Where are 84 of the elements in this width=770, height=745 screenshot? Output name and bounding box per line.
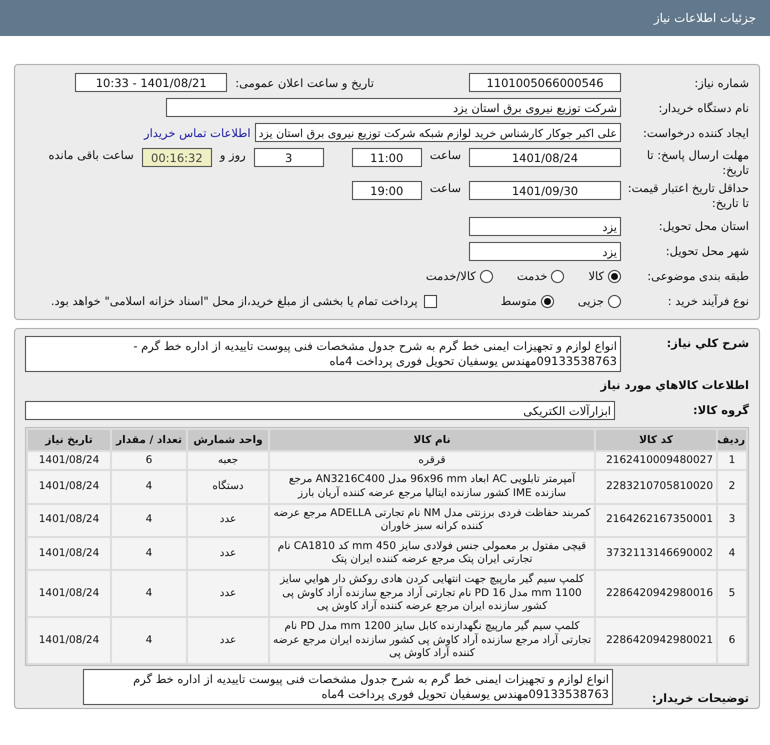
table-cell: کلمپ سیم گیر مارپیچ نگهدارنده کابل سایز 1200 mm مدل PD نام تجارتی آراد مرجع سازنده آراد کاوش پی کشور سازنده ایران مرجع عرضه کننده آراد کاوش پی <box>270 618 594 663</box>
table-cell: عدد <box>188 504 268 536</box>
table-cell: 3 <box>718 504 746 536</box>
table-cell: 4 <box>718 538 746 570</box>
table-cell: 2283210705810020 <box>596 471 716 503</box>
buyer-notes-field: انواع لوازم و تجهیزات ایمنی خط گرم به شرح جدول مشخصات فنی پیوست تاییدیه از اداره خط گرم 09133538763مهندس یوسفیان تحویل فوری پرداخت 4ماه <box>83 668 613 705</box>
field-label: نوع فرآیند خرید : <box>666 294 749 308</box>
table-cell: 1 <box>718 452 746 470</box>
field-label: شهر محل تحویل: <box>664 244 749 258</box>
table-cell: عدد <box>188 571 268 616</box>
table-cell: 1401/08/24 <box>28 618 110 663</box>
table-cell: 4 <box>112 571 186 616</box>
buyer-contact-link[interactable]: اطلاعات تماس خریدار <box>144 126 251 140</box>
table-cell: قیچی مفتول بر معمولی جنس فولادی سایز 450 mm کد CA1810 نام تجارتی ایران پتک مرجع عرضه کننده ایران پتک <box>270 538 594 570</box>
goods-group-field: ابزارآلات الکتریکی <box>25 400 615 420</box>
table-cell: 2286420942980021 <box>596 618 716 663</box>
column-header: تعداد / مقدار <box>112 430 186 450</box>
days-field: 3 <box>254 148 324 167</box>
column-header: تاریخ نیاز <box>28 430 110 450</box>
field-label: تاریخ و ساعت اعلان عمومی: <box>235 76 374 90</box>
requester-field: علی اکبر جوکار کارشناس خرید لوازم شبکه شرکت توزیع نیروی برق استان یزد <box>254 123 621 142</box>
radio-option[interactable]: کالا <box>588 269 621 284</box>
field-label: طبقه بندی موضوعی: <box>646 269 749 284</box>
table-cell: 2164262167350001 <box>596 504 716 536</box>
table-cell: آمپرمتر تابلویی AC ابعاد 96x96 mm مدل AN3216C400 مرجع سازنده IME کشور سازنده ایتالیا مرجع عرضه کننده آریان بارز <box>270 471 594 503</box>
column-header: کد کالا <box>596 430 716 450</box>
table-cell: 2 <box>718 471 746 503</box>
table-cell: جعبه <box>188 452 268 470</box>
table-cell: عدد <box>188 618 268 663</box>
column-header: ردیف <box>718 430 746 450</box>
time-label: ساعت <box>430 180 461 195</box>
table-cell: 2162410009480027 <box>596 452 716 470</box>
table-cell: 1401/08/24 <box>28 504 110 536</box>
checkbox-label: پرداخت تمام یا بخشی از مبلغ خرید،از محل "اسناد خزانه اسلامی" خواهد بود. <box>50 294 418 308</box>
remaining-time-field: 00:16:32 <box>142 148 212 167</box>
announce-date-field: 1401/08/21 - 10:33 <box>75 73 228 92</box>
table-cell: کلمپ سیم گیر مارپیچ جهت انتهایی کردن هادی روکش دار هوایي سایز 1100 mm مدل PD 16 نام تجارتی آراد مرجع سازنده آراد کاوش پی کشور سازنده ایران مرجع عرضه کننده آراد کاوش پی <box>270 571 594 616</box>
table-cell: 1401/08/24 <box>28 452 110 470</box>
field-label: شماره نیاز: <box>693 76 749 90</box>
radio-option[interactable]: متوسط <box>500 294 554 308</box>
table-cell: 1401/08/24 <box>28 538 110 570</box>
table-cell: 5 <box>718 571 746 616</box>
description-field: انواع لوازم و تجهیزات ایمنی خط گرم به شرح جدول مشخصات فنی پیوست تاییدیه از اداره خط گرم - 09133538763مهندس یوسفیان تحویل فوری پرداخت 4ماه <box>25 336 621 372</box>
column-header: واحد شمارش <box>188 430 268 450</box>
field-label: توضیحات خریدار: <box>650 690 749 705</box>
table-cell: 4 <box>112 618 186 663</box>
table-cell: کمربند حفاظت فردی برزنتی مدل NM نام تجارتی ADELLA مرجع عرضه کننده کرانه سبز خاوران <box>270 504 594 536</box>
table-cell: 4 <box>112 504 186 536</box>
radio-option[interactable]: خدمت <box>516 269 564 284</box>
page-title: جزئیات اطلاعات نیاز <box>654 11 756 25</box>
radio-option[interactable]: جزیی <box>578 294 621 308</box>
field-label: ایجاد کننده درخواست: <box>642 126 749 140</box>
validity-time-field: 19:00 <box>352 180 422 200</box>
buyer-org-field: شرکت توزیع نیروی برق استان یزد <box>166 98 621 117</box>
deadline-time-field: 11:00 <box>352 148 422 167</box>
days-label: روز و <box>220 148 246 162</box>
table-cell: عدد <box>188 538 268 570</box>
field-label: نام دستگاه خریدار: <box>657 100 749 114</box>
table-cell: 2286420942980016 <box>596 571 716 616</box>
field-label: استان محل تحویل: <box>658 219 749 234</box>
province-field: یزد <box>469 216 621 236</box>
table-cell: 6 <box>718 618 746 663</box>
field-label: مهلت ارسال پاسخ: تا تاریخ: <box>646 148 749 178</box>
table-cell: 3732113146690002 <box>596 538 716 570</box>
column-header: نام کالا <box>270 430 594 450</box>
table-cell: 1401/08/24 <box>28 471 110 503</box>
need-number-field: 1101005066000546 <box>469 73 621 92</box>
table-cell: دستگاه <box>188 471 268 503</box>
table-cell: 4 <box>112 538 186 570</box>
deadline-date-field: 1401/08/24 <box>469 148 621 167</box>
field-label: حداقل تاریخ اعتبار قیمت: تا تاریخ: <box>626 180 749 211</box>
field-label: گروه کالا: <box>692 403 749 418</box>
table-cell: 1401/08/24 <box>28 571 110 616</box>
field-label: شرح كلي نياز: <box>666 336 749 350</box>
table-cell: قرقره <box>270 452 594 470</box>
validity-date-field: 1401/09/30 <box>469 180 621 200</box>
remaining-label: ساعت باقی مانده <box>48 148 134 162</box>
time-label: ساعت <box>430 148 461 162</box>
table-cell: 6 <box>112 452 186 470</box>
checkbox[interactable] <box>424 294 437 308</box>
section-title: اطلاعات كالاهاي مورد نياز <box>599 378 749 392</box>
city-field: یزد <box>469 242 621 261</box>
radio-option[interactable]: کالا/خدمت <box>426 269 493 284</box>
table-cell: 4 <box>112 471 186 503</box>
